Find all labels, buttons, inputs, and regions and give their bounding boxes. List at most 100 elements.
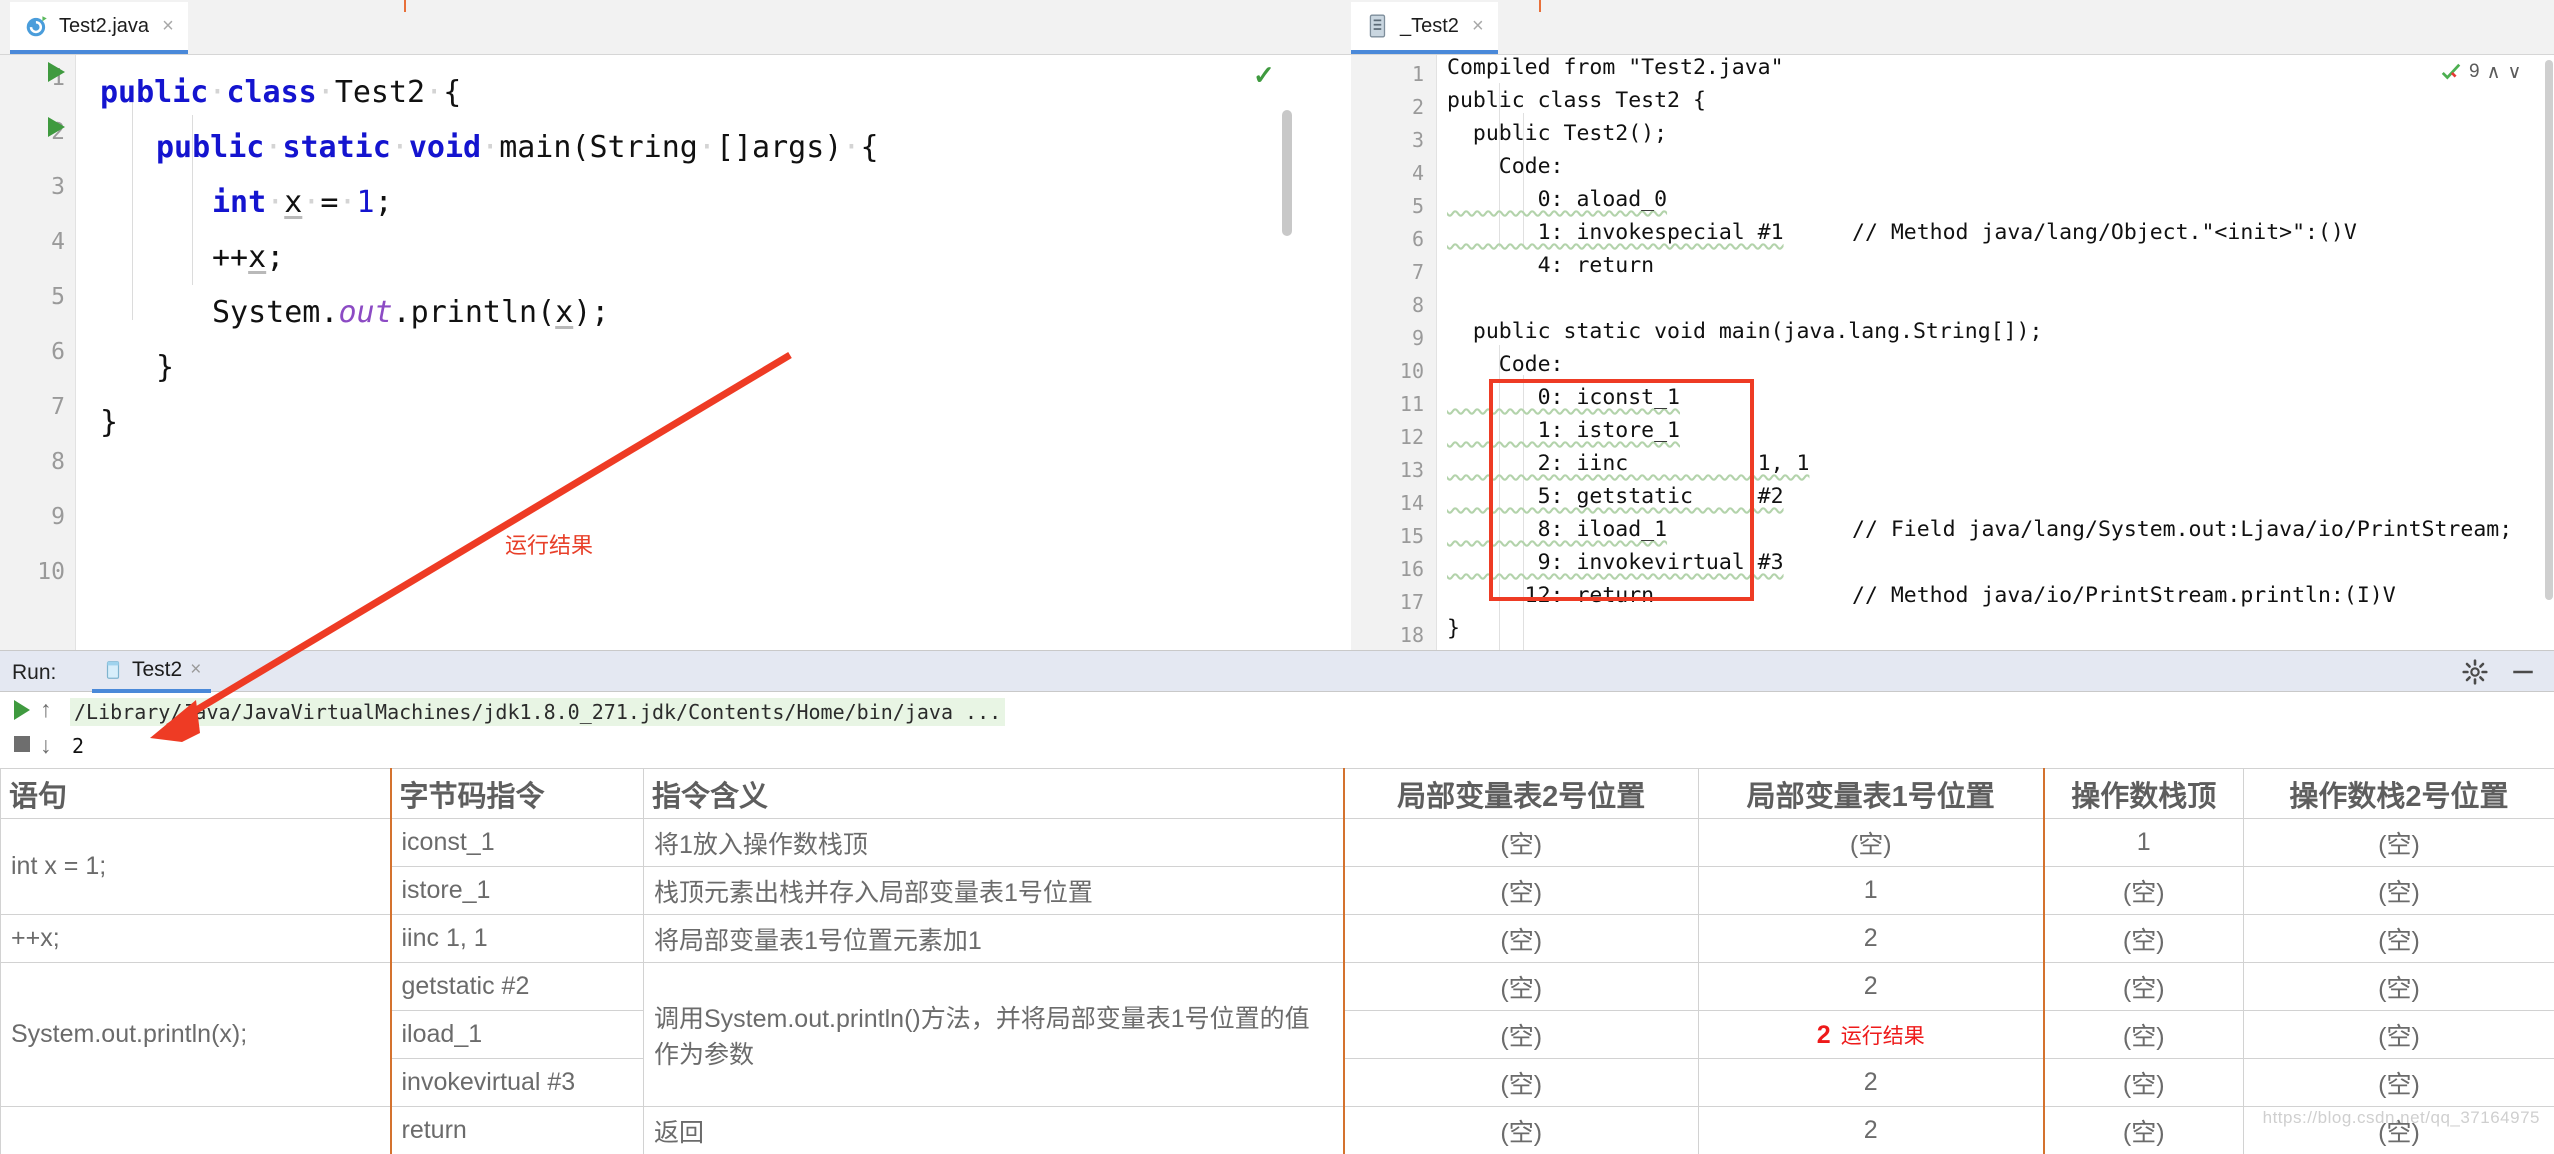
close-icon[interactable]: × [1472,15,1484,38]
cell-lv1: 2 [1698,962,2044,1011]
result-note: 运行结果 [1840,1024,1925,1048]
run-window-label: Run: [12,661,57,684]
java-class-icon [26,16,47,37]
run-method-gutter-icon[interactable] [48,117,65,137]
annotation-label: 运行结果 [505,534,594,559]
bytecode-file-icon [1369,14,1386,38]
chevron-up-icon[interactable]: ∧ [2487,61,2501,84]
bytecode-line: } [1447,616,1460,641]
cell-lv1: 2 [1698,914,2044,963]
col-header-statement: 语句 [0,768,391,819]
console-program-output: 2 [72,734,85,758]
bytecode-comment: // Field java/lang/System.out:Ljava/io/P… [1852,517,2513,542]
table-row: int x = 1; iconst_1 将1放入操作数栈顶 (空) (空) 1 … [0,818,2554,915]
cell-stack-2: (空) [2243,866,2554,915]
bytecode-scrollbar[interactable] [2545,60,2553,600]
cell-instruction: iinc 1, 1 [389,914,644,963]
bytecode-line: public class Test2 { [1447,88,1706,113]
rerun-icon[interactable] [14,700,30,720]
line-number: 4 [51,229,65,255]
cell-stack-top: (空) [2042,1058,2244,1107]
cell-lv1: 2 [1698,1058,2044,1107]
cell-lv1: (空) [1698,818,2044,867]
arrow-down-icon[interactable]: ↓ [40,732,52,759]
tab-seam-marker-2 [1539,0,1541,12]
bytecode-line: public Test2(); [1447,121,1668,146]
bytecode-line: 0: aload_0 [1447,187,1668,212]
cell-stack-top: 1 [2042,818,2244,867]
minimize-icon[interactable] [2510,659,2536,685]
cell-stack-top: (空) [2042,962,2244,1011]
indent-guide [1523,375,1524,655]
cell-instruction: getstatic #2 [389,962,644,1011]
cell-statement: System.out.println(x); [0,962,391,1107]
run-console-output[interactable]: /Library/Java/JavaVirtualMachines/jdk1.8… [62,692,2554,768]
cell-instruction: iload_1 [389,1010,644,1059]
cell-meaning: 将局部变量表1号位置元素加1 [643,914,1344,963]
line-number: 7 [1411,260,1424,284]
watermark: https://blog.csdn.net/qq_37164975 [2262,1108,2540,1127]
cell-meaning: 调用System.out.println()方法，并将局部变量表1号位置的值作为… [643,962,1344,1107]
cell-stack-top: (空) [2042,1010,2244,1059]
editor-tabstrip-right: _Test2 × [1351,0,2554,55]
bytecode-line: 1: istore_1 [1447,418,1680,443]
bytecode-line: Code: [1447,352,1564,377]
cell-meaning: 栈顶元素出栈并存入局部变量表1号位置 [643,866,1344,915]
cell-stack-top: (空) [2042,866,2244,915]
cell-lv1: 1 [1698,866,2044,915]
cell-stack-2: (空) [2243,818,2554,867]
chevron-down-icon[interactable]: ∨ [2508,61,2522,84]
line-number: 6 [1411,227,1424,251]
bytecode-explanation-table: 语句 字节码指令 指令含义 局部变量表2号位置 局部变量表1号位置 操作数栈顶 … [0,768,2554,1154]
cell-statement [0,1106,391,1154]
line-number: 5 [1411,194,1424,218]
bytecode-line: 0: iconst_1 [1447,385,1680,410]
screen-root: Test2.java × _Test2 × 1 2 3 4 5 6 7 8 9 … [0,0,2554,1154]
line-number: 10 [37,559,65,585]
cell-lv2: (空) [1342,866,1699,915]
inspection-ok-icon: ✓ [1253,60,1275,90]
cell-meaning: 将1放入操作数栈顶 [643,818,1344,867]
line-number: 9 [1411,326,1424,350]
close-icon[interactable]: × [190,659,201,681]
code-line-2: public·static·void·main(String·[]args)·{ [156,130,879,165]
col-header-local-var-2: 局部变量表2号位置 [1342,768,1699,819]
bytecode-line: 8: iload_1 [1447,517,1668,542]
run-tab-test2[interactable]: Test2 × [92,651,212,693]
table-row: ++x; iinc 1, 1 将局部变量表1号位置元素加1 (空) 2 (空) … [0,914,2554,963]
line-number: 1 [1411,62,1424,86]
cell-instruction: iconst_1 [389,818,644,867]
arrow-up-icon[interactable]: ↑ [40,696,52,723]
tab-label: Test2.java [59,14,150,37]
inspection-count: 9 [2469,61,2480,82]
inspection-widget[interactable]: 9 ∧ ∨ [2440,58,2521,86]
bytecode-line: public static void main(java.lang.String… [1447,319,2043,344]
line-number: 5 [51,284,65,310]
tab-test2-java[interactable]: Test2.java × [10,2,188,54]
cell-lv2: (空) [1342,962,1699,1011]
cell-statement: ++x; [0,914,391,963]
table-row: return 返回 (空) 2 (空) (空) [0,1106,2554,1154]
line-number: 18 [1399,623,1424,647]
editor-scrollbar-left[interactable] [1282,110,1292,236]
code-line-5: System.out.println(x); [212,295,610,330]
table-header-row: 语句 字节码指令 指令含义 局部变量表2号位置 局部变量表1号位置 操作数栈顶 … [0,768,2554,819]
code-line-7: } [100,405,119,440]
line-number: 15 [1399,524,1424,548]
indent-guide [132,95,133,320]
line-number: 12 [1399,425,1424,449]
code-line-1: public·class·Test2·{ [100,75,462,110]
line-number: 8 [1411,293,1424,317]
editor-tabstrip-left: Test2.java × [0,0,1351,55]
tab-_test2-bytecode[interactable]: _Test2 × [1351,2,1498,54]
line-number: 10 [1399,359,1424,383]
close-icon[interactable]: × [162,15,174,38]
gear-icon[interactable] [2462,659,2488,685]
cell-stack-top: (空) [2042,1106,2244,1154]
stop-icon[interactable] [14,736,30,752]
line-number: 8 [51,449,65,475]
line-number: 3 [51,174,65,200]
line-number: 16 [1399,557,1424,581]
cell-lv2: (空) [1342,1010,1699,1059]
run-class-gutter-icon[interactable] [48,62,65,82]
